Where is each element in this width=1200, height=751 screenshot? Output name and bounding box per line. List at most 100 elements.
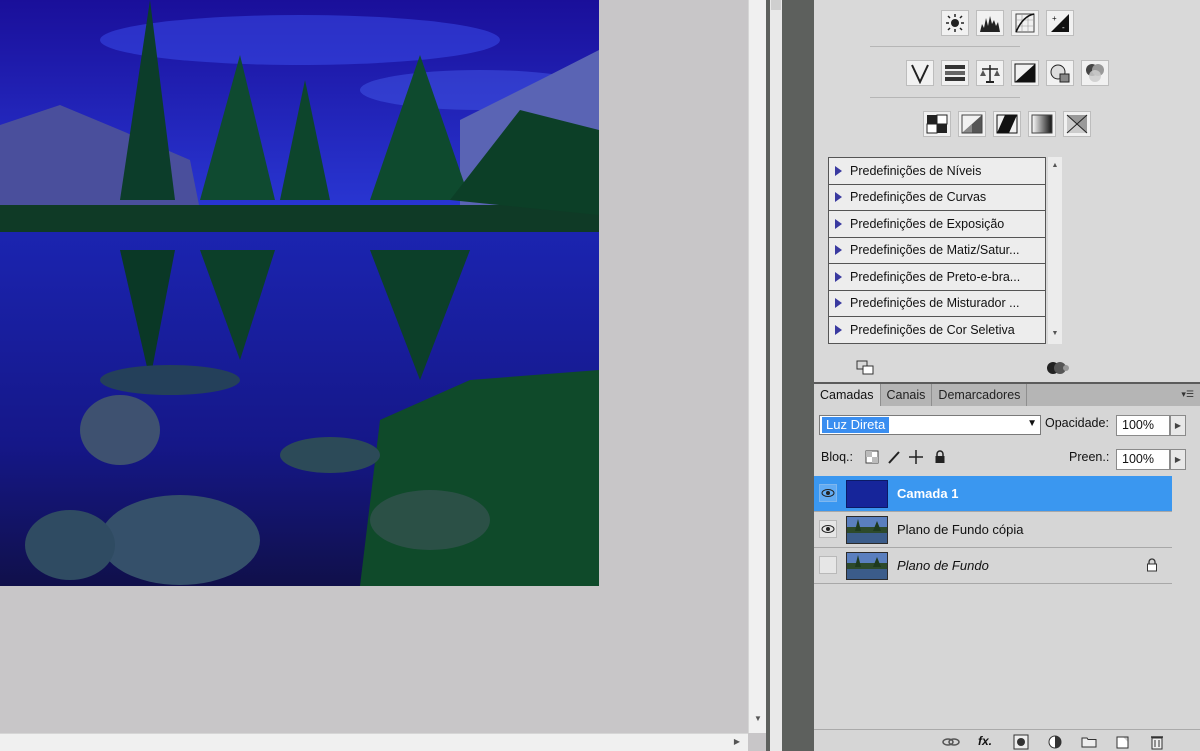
preset-item-exposure[interactable]: Predefinições de Exposição — [829, 211, 1045, 238]
add-mask-icon[interactable] — [1012, 734, 1030, 750]
preset-label: Predefinições de Curvas — [850, 190, 987, 205]
expand-triangle-icon — [835, 245, 842, 256]
eye-visibility-icon[interactable] — [819, 520, 837, 538]
photoshop-window: ▼ ▶ + - Predefinições de Níveis Predefini… — [0, 0, 1200, 751]
hue-saturation-icon[interactable] — [940, 60, 969, 86]
preset-label: Predefinições de Níveis — [850, 163, 982, 178]
adjustment-icon-row-2 — [814, 60, 1200, 86]
document-image[interactable] — [0, 0, 599, 586]
fill-slider-arrow-icon[interactable]: ▶ — [1170, 449, 1186, 470]
brightness-contrast-icon[interactable] — [940, 10, 969, 36]
new-layer-icon[interactable] — [1114, 734, 1132, 750]
tab-layers[interactable]: Camadas — [814, 384, 881, 406]
layer-row-camada-1[interactable]: Camada 1 — [814, 476, 1172, 512]
blend-mode-select[interactable]: Luz Direta ▼ — [819, 415, 1041, 435]
chevron-down-icon: ▼ — [1027, 418, 1037, 429]
selective-color-icon[interactable] — [1063, 111, 1091, 137]
return-to-list-icon[interactable] — [856, 360, 876, 376]
lock-transparency-icon[interactable] — [864, 449, 880, 465]
gradient-map-icon[interactable] — [1028, 111, 1056, 137]
document-canvas[interactable] — [0, 0, 748, 733]
adjustments-panel: + - Predefinições de Níveis Predefinições… — [814, 0, 1200, 380]
preset-item-curves[interactable]: Predefinições de Curvas — [829, 185, 1045, 211]
preset-item-channel-mixer[interactable]: Predefinições de Misturador ... — [829, 291, 1045, 317]
preset-label: Predefinições de Preto-e-bra... — [850, 269, 1021, 284]
channel-mixer-icon[interactable] — [1080, 60, 1109, 86]
blend-mode-value: Luz Direta — [822, 417, 890, 433]
adjustment-presets-list: Predefinições de Níveis Predefinições de… — [828, 157, 1046, 344]
canvas-horizontal-scrollbar[interactable]: ▶ — [0, 733, 748, 751]
black-white-icon[interactable] — [1010, 60, 1039, 86]
lock-position-icon[interactable] — [908, 449, 924, 465]
layer-row-plano-de-fundo-copia[interactable]: Plano de Fundo cópia — [814, 512, 1172, 548]
lock-row: Bloq.: Preen.: 100% ▶ — [814, 446, 1200, 472]
expand-triangle-icon — [835, 165, 842, 176]
svg-text:-: - — [1062, 23, 1065, 32]
panel-tabs: Camadas Canais Demarcadores — [814, 384, 1200, 406]
curves-icon[interactable] — [1010, 10, 1039, 36]
link-layers-icon[interactable] — [942, 734, 960, 750]
preset-label: Predefinições de Matiz/Satur... — [850, 243, 1020, 258]
preset-label: Predefinições de Misturador ... — [850, 296, 1020, 311]
canvas-vertical-scrollbar[interactable]: ▼ — [748, 0, 766, 733]
fill-label: Preen.: — [1069, 450, 1110, 464]
preset-item-hue-saturation[interactable]: Predefinições de Matiz/Satur... — [829, 238, 1045, 264]
scroll-right-arrow-icon[interactable]: ▶ — [730, 735, 744, 749]
new-adjustment-layer-icon[interactable] — [1046, 734, 1064, 750]
clip-to-layer-icon[interactable] — [1046, 360, 1069, 376]
layers-panel: Camadas Canais Demarcadores ▾☰ Luz Diret… — [814, 382, 1200, 751]
expand-triangle-icon — [835, 298, 842, 309]
eye-visibility-icon[interactable] — [819, 484, 837, 502]
panel-dock-scrollbar[interactable] — [770, 0, 782, 751]
preset-item-black-white[interactable]: Predefinições de Preto-e-bra... — [829, 264, 1045, 291]
posterize-icon[interactable] — [958, 111, 986, 137]
lake-forest-image — [0, 0, 599, 586]
scroll-down-arrow-icon[interactable]: ▼ — [751, 712, 765, 726]
adjustments-footer — [814, 352, 1200, 380]
lock-all-icon[interactable] — [932, 449, 948, 465]
invert-icon[interactable] — [923, 111, 951, 137]
levels-icon[interactable] — [975, 10, 1004, 36]
exposure-icon[interactable]: + - — [1045, 10, 1074, 36]
layer-thumbnail — [846, 552, 888, 580]
layers-scrollbar[interactable] — [1174, 480, 1198, 730]
layers-footer-toolbar: fx. — [814, 729, 1200, 751]
threshold-icon[interactable] — [993, 111, 1021, 137]
tab-channels[interactable]: Canais — [881, 384, 933, 406]
lock-label: Bloq.: — [821, 450, 853, 464]
expand-triangle-icon — [835, 271, 842, 282]
divider — [870, 97, 1020, 98]
svg-text:+: + — [1052, 14, 1057, 23]
opacity-input[interactable]: 100% — [1116, 415, 1170, 436]
divider — [870, 46, 1020, 47]
delete-layer-trash-icon[interactable] — [1148, 734, 1166, 750]
visibility-toggle-empty[interactable] — [819, 556, 837, 574]
preset-item-selective-color[interactable]: Predefinições de Cor Seletiva — [829, 317, 1045, 344]
color-balance-icon[interactable] — [975, 60, 1004, 86]
layer-thumbnail — [846, 480, 888, 508]
expand-triangle-icon — [835, 192, 842, 203]
scroll-down-arrow-icon[interactable]: ▼ — [1048, 327, 1062, 341]
panel-menu-icon[interactable]: ▾☰ — [1181, 389, 1194, 400]
panel-dock-scroll-thumb[interactable] — [771, 0, 781, 10]
fill-input[interactable]: 100% — [1116, 449, 1170, 470]
preset-label: Predefinições de Cor Seletiva — [850, 323, 1015, 338]
layer-style-fx-icon[interactable]: fx. — [978, 734, 996, 750]
presets-scrollbar[interactable]: ▲ ▼ — [1048, 157, 1062, 344]
opacity-slider-arrow-icon[interactable]: ▶ — [1170, 415, 1186, 436]
preset-item-levels[interactable]: Predefinições de Níveis — [829, 158, 1045, 185]
preset-label: Predefinições de Exposição — [850, 216, 1005, 231]
layer-lock-icon — [1146, 558, 1158, 572]
tab-paths[interactable]: Demarcadores — [932, 384, 1028, 406]
vibrance-icon[interactable] — [905, 60, 934, 86]
photo-filter-icon[interactable] — [1045, 60, 1074, 86]
lock-image-pixels-icon[interactable] — [886, 449, 902, 465]
scroll-up-arrow-icon[interactable]: ▲ — [1048, 159, 1062, 173]
new-group-folder-icon[interactable] — [1080, 734, 1098, 750]
right-panel-dock: + - Predefinições de Níveis Predefinições… — [814, 0, 1200, 751]
layer-row-plano-de-fundo[interactable]: Plano de Fundo — [814, 548, 1172, 584]
expand-triangle-icon — [835, 218, 842, 229]
opacity-label: Opacidade: — [1045, 416, 1109, 430]
adjustment-icon-row-3 — [814, 111, 1200, 137]
blend-mode-row: Luz Direta ▼ Opacidade: 100% ▶ — [814, 412, 1200, 438]
